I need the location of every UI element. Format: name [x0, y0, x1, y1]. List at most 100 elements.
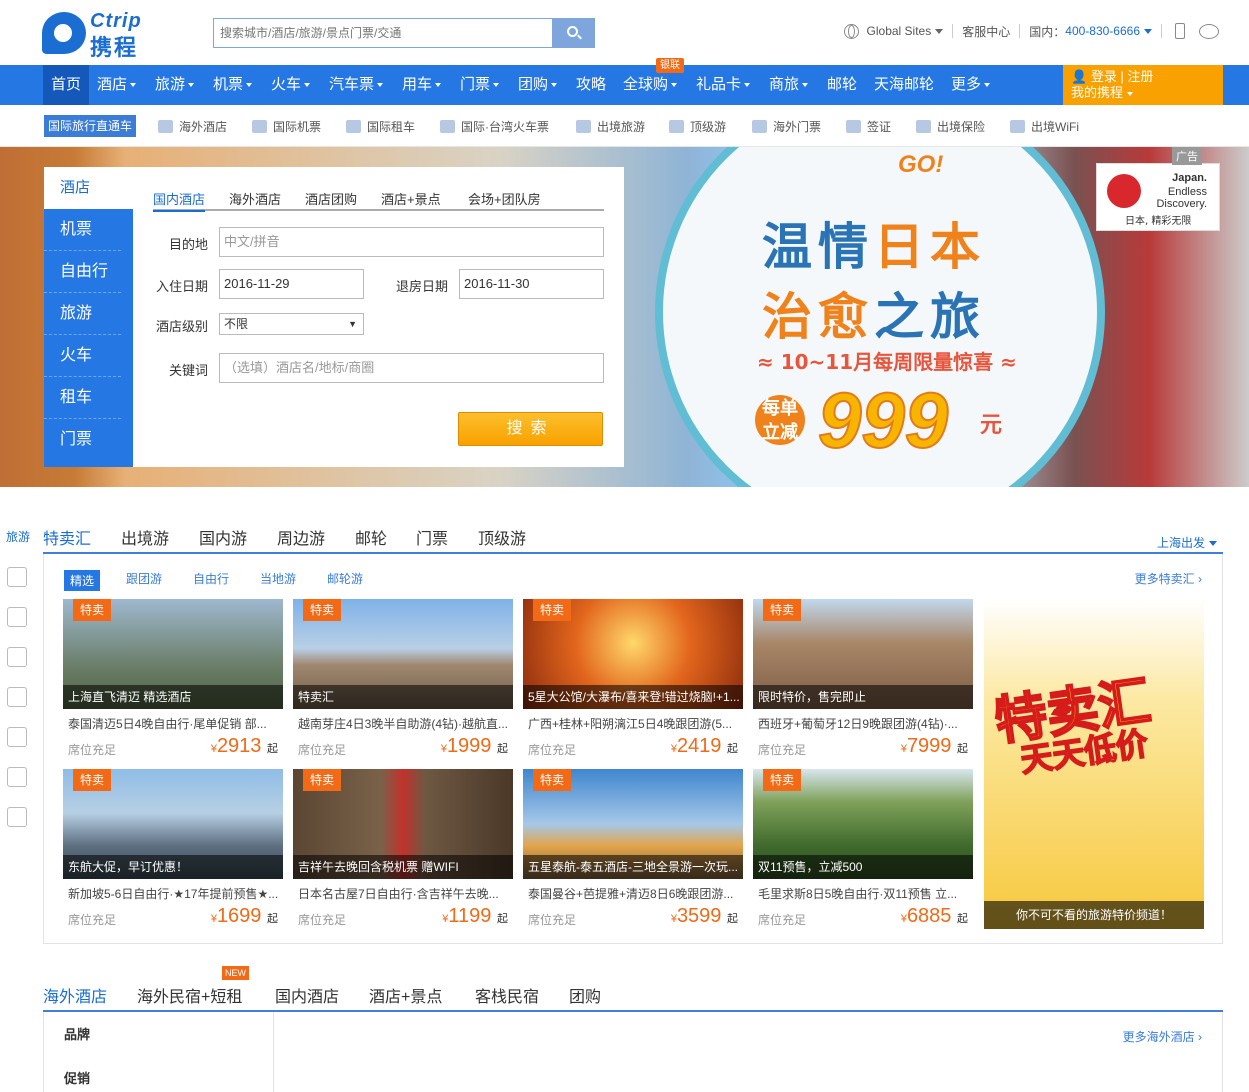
nav-tianhai-cruise[interactable]: 天海邮轮 [866, 65, 942, 105]
sub-intl-car[interactable]: 国际租车 [346, 118, 415, 135]
nav-cruise[interactable]: 邮轮 [819, 65, 865, 105]
tab-cruise[interactable]: 邮轮 [355, 525, 387, 549]
booking-cat-rental[interactable]: 租车 [44, 377, 121, 419]
checkin-input[interactable]: 2016-11-29 [219, 269, 364, 299]
ctrip-logo[interactable]: Ctrip 携程 [42, 10, 167, 61]
booking-cat-flight[interactable]: 机票 [44, 209, 121, 251]
deal-title[interactable]: 西班牙+葡萄牙12日9晚跟团游(4钻)·... [758, 715, 968, 732]
nav-giftcard[interactable]: 礼品卡 [688, 65, 758, 105]
deal-card[interactable]: 特卖 特卖汇 越南芽庄4日3晚半自助游(4钻)·越航直... 席位充足 ¥199… [293, 599, 513, 759]
tab-outbound[interactable]: 出境游 [121, 525, 169, 549]
login-register-link[interactable]: 👤 登录 | 注册 [1071, 69, 1215, 85]
booking-cat-ticket[interactable]: 门票 [44, 419, 121, 461]
rail-travel-label[interactable]: 旅游 [6, 528, 33, 545]
tab-top-travel[interactable]: 顶级游 [478, 525, 526, 549]
search-input[interactable] [213, 18, 553, 48]
brand-filter[interactable]: 品牌 [64, 1024, 90, 1043]
filter-cruise[interactable]: 邮轮游 [327, 570, 363, 587]
bag-icon[interactable] [7, 727, 27, 747]
filter-local-tour[interactable]: 当地游 [260, 570, 296, 587]
deal-title[interactable]: 日本名古屋7日自由行·含吉祥午去晚... [298, 885, 508, 902]
grid-icon[interactable] [7, 807, 27, 827]
deal-card[interactable]: 特卖 吉祥午去晚回含税机票 赠WIFI 日本名古屋7日自由行·含吉祥午去晚...… [293, 769, 513, 929]
booking-cat-travel[interactable]: 旅游 [44, 293, 121, 335]
tab-nearby[interactable]: 周边游 [277, 525, 325, 549]
map-pin-icon[interactable] [7, 767, 27, 787]
tab-overseas-hotel[interactable]: 海外酒店 [229, 189, 281, 208]
nav-bus[interactable]: 汽车票 [321, 65, 391, 105]
sub-intl-ticket[interactable]: 海外门票 [752, 118, 821, 135]
nav-group[interactable]: 团购 [510, 65, 565, 105]
sub-intl-flight[interactable]: 国际机票 [252, 118, 321, 135]
deal-title[interactable]: 新加坡5-6日自由行·★17年提前预售★... [68, 885, 278, 902]
deal-card[interactable]: 特卖 上海直飞清迈 精选酒店 泰国清迈5日4晚自由行·尾单促销 部... 席位充… [63, 599, 283, 759]
deal-title[interactable]: 泰国清迈5日4晚自由行·尾单促销 部... [68, 715, 278, 732]
tab-inn[interactable]: 客栈民宿 [475, 983, 539, 1007]
deal-card[interactable]: 特卖 东航大促，早订优惠！ 新加坡5-6日自由行·★17年提前预售★... 席位… [63, 769, 283, 929]
deal-card[interactable]: 特卖 双11预售，立减500 毛里求斯8日5晚自由行·双11预售 立... 席位… [753, 769, 973, 929]
checkout-input[interactable]: 2016-11-30 [459, 269, 604, 299]
nav-business[interactable]: 商旅 [761, 65, 816, 105]
tab-overseas-hotel-2[interactable]: 海外酒店 [43, 983, 107, 1007]
tab-tickets[interactable]: 门票 [416, 525, 448, 549]
sub-insurance[interactable]: 出境保险 [916, 118, 985, 135]
deal-title[interactable]: 越南芽庄4日3晚半自助游(4钻)·越航直... [298, 715, 508, 732]
nav-ticket[interactable]: 门票 [452, 65, 507, 105]
sub-outbound[interactable]: 出境旅游 [576, 118, 645, 135]
tab-homestay[interactable]: 海外民宿+短租 [137, 983, 242, 1007]
more-overseas-hotel-link[interactable]: 更多海外酒店 › [1123, 1028, 1202, 1045]
booking-cat-freetravel[interactable]: 自由行 [44, 251, 121, 293]
tab-domestic[interactable]: 国内游 [199, 525, 247, 549]
tab-hotel-group[interactable]: 酒店团购 [305, 189, 357, 208]
booking-cat-train[interactable]: 火车 [44, 335, 121, 377]
tab-domestic-hotel[interactable]: 国内酒店 [153, 189, 206, 212]
hotel-search-button[interactable]: 搜索 [458, 412, 603, 446]
departure-select[interactable]: 上海出发 [1157, 534, 1217, 551]
nav-hotel[interactable]: 酒店 [89, 65, 144, 105]
sub-intl-train[interactable]: 国际·台湾火车票 [440, 118, 549, 135]
login-panel[interactable]: 👤 登录 | 注册 我的携程 [1063, 65, 1223, 105]
mobile-icon[interactable] [1175, 23, 1185, 39]
deal-card[interactable]: 特卖 限时特价，售完即止 西班牙+葡萄牙12日9晚跟团游(4钻)·... 席位充… [753, 599, 973, 759]
tab-hotel-scenic[interactable]: 酒店+景点 [381, 189, 441, 208]
plane-icon[interactable] [7, 607, 27, 627]
sub-wifi[interactable]: 出境WiFi [1010, 118, 1079, 135]
global-sites-link[interactable]: Global Sites [867, 24, 932, 38]
filter-free-travel[interactable]: 自由行 [193, 570, 229, 587]
nav-guide[interactable]: 攻略 [568, 65, 614, 105]
hotel-level-select[interactable]: 不限 [219, 313, 364, 335]
service-center-link[interactable]: 客服中心 [962, 23, 1010, 40]
tab-group-buy[interactable]: 团购 [569, 983, 601, 1007]
filter-featured[interactable]: 精选 [64, 570, 101, 591]
location-icon[interactable] [7, 687, 27, 707]
booking-cat-hotel[interactable]: 酒店 [44, 167, 133, 209]
more-deals-link[interactable]: 更多特卖汇 › [1135, 570, 1202, 587]
my-ctrip-link[interactable]: 我的携程 [1071, 85, 1215, 101]
deal-card[interactable]: 特卖 五星泰航-泰五酒店-三地全景游一次玩... 泰国曼谷+芭提雅+清迈8日6晚… [523, 769, 743, 929]
nav-train[interactable]: 火车 [263, 65, 318, 105]
japan-tourism-logo[interactable]: Japan. Endless Discovery. 日本, 精彩无限 [1096, 163, 1220, 231]
building-icon[interactable] [7, 567, 27, 587]
deals-promo-banner[interactable]: 特卖汇 天天低价 你不可不看的旅游特价频道！ [984, 599, 1204, 929]
tab-deals[interactable]: 特卖汇 [43, 525, 91, 549]
deal-title[interactable]: 毛里求斯8日5晚自由行·双11预售 立... [758, 885, 968, 902]
tab-domestic-hotel-2[interactable]: 国内酒店 [275, 983, 339, 1007]
deal-title[interactable]: 泰国曼谷+芭提雅+清迈8日6晚跟团游... [528, 885, 738, 902]
tab-venue-group[interactable]: 会场+团队房 [468, 189, 541, 208]
deal-card[interactable]: 特卖 5星大公馆/大瀑布/喜来登!错过烧脑!+1... 广西+桂林+阳朔漓江5日… [523, 599, 743, 759]
sub-visa[interactable]: 签证 [846, 118, 891, 135]
nav-car[interactable]: 用车 [394, 65, 449, 105]
filter-group-tour[interactable]: 跟团游 [126, 570, 162, 587]
deal-title[interactable]: 广西+桂林+阳朔漓江5日4晚跟团游(5... [528, 715, 738, 732]
nav-travel[interactable]: 旅游 [147, 65, 202, 105]
sub-top-travel[interactable]: 顶级游 [669, 118, 726, 135]
sub-intl-hotel[interactable]: 海外酒店 [158, 118, 227, 135]
destination-input[interactable]: 中文/拼音 [219, 227, 604, 257]
phone-number[interactable]: 400-830-6666 [1065, 24, 1140, 38]
tab-hotel-scenic-2[interactable]: 酒店+景点 [369, 983, 442, 1007]
nav-more[interactable]: 更多 [943, 65, 998, 105]
promo-filter[interactable]: 促销 [64, 1068, 90, 1087]
search-button[interactable] [552, 18, 595, 48]
wechat-icon[interactable] [1199, 23, 1219, 39]
keyword-input[interactable]: （选填）酒店名/地标/商圈 [219, 353, 604, 383]
